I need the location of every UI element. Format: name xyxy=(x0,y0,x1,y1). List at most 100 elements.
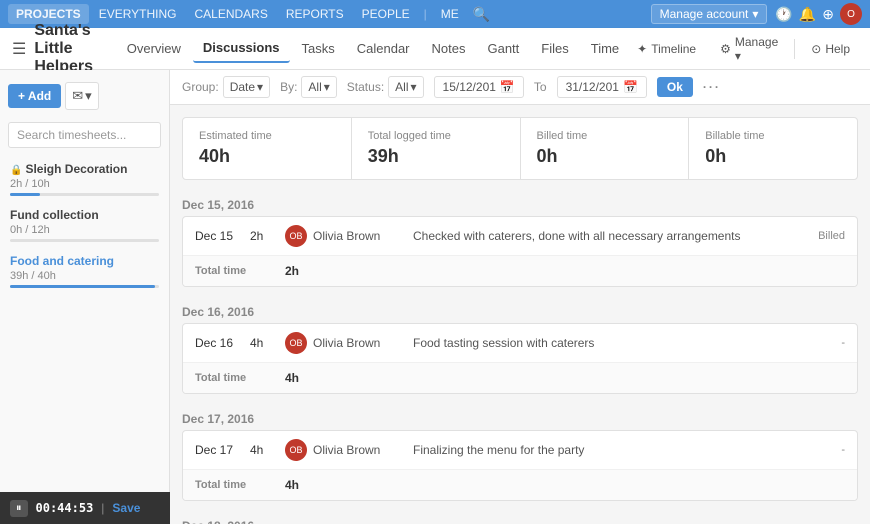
row-hours: 4h xyxy=(250,443,285,457)
manage-label: Manage ▾ xyxy=(735,35,779,63)
logged-value: 39h xyxy=(368,146,504,167)
manage-button[interactable]: ⚙ Manage ▾ xyxy=(712,31,786,67)
nav-me[interactable]: ME xyxy=(433,4,467,24)
ok-button[interactable]: Ok xyxy=(657,77,693,97)
sidebar-project-food[interactable]: Food and catering 39h / 40h xyxy=(0,248,169,294)
manage-account-button[interactable]: Manage account ▾ xyxy=(651,4,768,24)
estimated-label: Estimated time xyxy=(199,130,335,142)
help-button[interactable]: ⊙ Help xyxy=(803,38,858,60)
summary-card-logged: Total logged time 39h xyxy=(352,118,521,179)
table-row[interactable]: Dec 16 4h OB Olivia Brown Food tasting s… xyxy=(183,324,857,363)
sidebar-project-fund[interactable]: Fund collection 0h / 12h xyxy=(0,202,169,248)
by-label: By: xyxy=(280,80,297,94)
group-chevron: ▾ xyxy=(257,80,263,94)
gear-icon: ⚙ xyxy=(720,42,731,56)
progress-bar-bg-fund xyxy=(10,239,159,242)
divider xyxy=(794,39,795,59)
add-button[interactable]: + Add xyxy=(8,84,61,108)
total-hours: 2h xyxy=(285,264,320,278)
to-date-value: 31/12/201 xyxy=(566,80,619,94)
search-icon[interactable]: 🔍 xyxy=(473,6,490,23)
table-row[interactable]: Dec 15 2h OB Olivia Brown Checked with c… xyxy=(183,217,857,256)
table-row[interactable]: Dec 17 4h OB Olivia Brown Finalizing the… xyxy=(183,431,857,470)
project-progress-food: 39h / 40h xyxy=(10,270,159,282)
clock-icon[interactable]: 🕐 xyxy=(775,6,792,23)
timeline-button[interactable]: ✦ Timeline xyxy=(629,38,704,60)
status-select[interactable]: All ▾ xyxy=(388,76,423,98)
row-hours: 2h xyxy=(250,229,285,243)
time-table: Dec 17 4h OB Olivia Brown Finalizing the… xyxy=(182,430,858,501)
user-avatar-icon: OB xyxy=(285,332,307,354)
nav-time[interactable]: Time xyxy=(581,35,629,62)
sidebar-project-sleigh[interactable]: 🔒 Sleigh Decoration 2h / 10h xyxy=(0,156,169,202)
nav-tasks[interactable]: Tasks xyxy=(292,35,345,62)
by-select[interactable]: All ▾ xyxy=(301,76,336,98)
nav-discussions[interactable]: Discussions xyxy=(193,34,290,63)
nav-files[interactable]: Files xyxy=(531,35,578,62)
nav-calendar[interactable]: Calendar xyxy=(347,35,420,62)
row-status: - xyxy=(785,337,845,349)
pause-icon: ⏸ xyxy=(16,502,22,515)
search-timesheets-input[interactable]: Search timesheets... xyxy=(8,122,161,148)
more-options-button[interactable]: ··· xyxy=(703,80,721,94)
total-row: Total time 2h xyxy=(183,256,857,286)
nav-notes[interactable]: Notes xyxy=(422,35,476,62)
timeline-icon: ✦ xyxy=(637,42,647,56)
nav-people[interactable]: PEOPLE xyxy=(354,4,418,24)
project-nav: Overview Discussions Tasks Calendar Note… xyxy=(117,34,629,63)
logged-label: Total logged time xyxy=(368,130,504,142)
nav-overview[interactable]: Overview xyxy=(117,35,191,62)
section-date-label: Dec 17, 2016 xyxy=(182,406,858,430)
total-row: Total time 4h xyxy=(183,363,857,393)
main-content: Group: Date ▾ By: All ▾ Status: All ▾ xyxy=(170,70,870,524)
sidebar-actions: + Add ✉ ▾ xyxy=(0,78,169,118)
from-date-value: 15/12/201 xyxy=(443,80,496,94)
time-section: Dec 17, 2016 Dec 17 4h OB Olivia Brown F… xyxy=(182,406,858,501)
nav-reports[interactable]: REPORTS xyxy=(278,4,352,24)
nav-everything[interactable]: EVERYTHING xyxy=(91,4,185,24)
user-avatar-icon: OB xyxy=(285,225,307,247)
nav-calendars[interactable]: CALENDARS xyxy=(186,4,275,24)
total-hours: 4h xyxy=(285,371,320,385)
inbox-button[interactable]: ✉ ▾ xyxy=(65,82,98,110)
nav-divider: | xyxy=(420,7,431,21)
total-hours: 4h xyxy=(285,478,320,492)
toolbar: Group: Date ▾ By: All ▾ Status: All ▾ xyxy=(170,70,870,105)
sidebar: + Add ✉ ▾ Search timesheets... 🔒 Sleigh … xyxy=(0,70,170,524)
layout: + Add ✉ ▾ Search timesheets... 🔒 Sleigh … xyxy=(0,70,870,524)
hamburger-icon[interactable]: ☰ xyxy=(12,39,26,59)
pause-button[interactable]: ⏸ xyxy=(10,500,28,517)
save-button[interactable]: Save xyxy=(112,501,140,515)
row-date: Dec 17 xyxy=(195,443,250,457)
timer-bar: ⏸ 00:44:53 | Save xyxy=(0,492,170,524)
user-avatar[interactable]: O xyxy=(840,3,862,25)
to-date[interactable]: 31/12/201 📅 xyxy=(557,76,647,98)
time-table: Dec 16 4h OB Olivia Brown Food tasting s… xyxy=(182,323,858,394)
total-row: Total time 4h xyxy=(183,470,857,500)
second-nav: ☰ Santa's Little Helpers Overview Discus… xyxy=(0,28,870,70)
project-name-fund: Fund collection xyxy=(10,208,159,222)
project-nav-right: ✦ Timeline ⚙ Manage ▾ ⊙ Help xyxy=(629,31,858,67)
row-avatar: OB xyxy=(285,225,313,247)
nav-gantt[interactable]: Gantt xyxy=(477,35,529,62)
time-section: Dec 15, 2016 Dec 15 2h OB Olivia Brown C… xyxy=(182,192,858,287)
bell-icon[interactable]: 🔔 xyxy=(799,6,816,23)
row-hours: 4h xyxy=(250,336,285,350)
group-selector: Group: Date ▾ xyxy=(182,76,270,98)
row-description: Checked with caterers, done with all nec… xyxy=(413,229,785,243)
billed-label: Billed time xyxy=(537,130,673,142)
group-select[interactable]: Date ▾ xyxy=(223,76,270,98)
from-date[interactable]: 15/12/201 📅 xyxy=(434,76,524,98)
status-value: All xyxy=(395,80,408,94)
lock-icon: 🔒 xyxy=(10,165,22,176)
row-avatar: OB xyxy=(285,332,313,354)
inbox-icon: ✉ xyxy=(72,88,83,104)
add-icon[interactable]: ⊕ xyxy=(822,6,834,23)
time-table: Dec 15 2h OB Olivia Brown Checked with c… xyxy=(182,216,858,287)
summary-cards: Estimated time 40h Total logged time 39h… xyxy=(182,117,858,180)
calendar-icon-2: 📅 xyxy=(623,80,638,94)
status-label: Status: xyxy=(347,80,384,94)
progress-bar-bg-sleigh xyxy=(10,193,159,196)
by-value: All xyxy=(308,80,321,94)
total-label: Total time xyxy=(195,479,285,491)
